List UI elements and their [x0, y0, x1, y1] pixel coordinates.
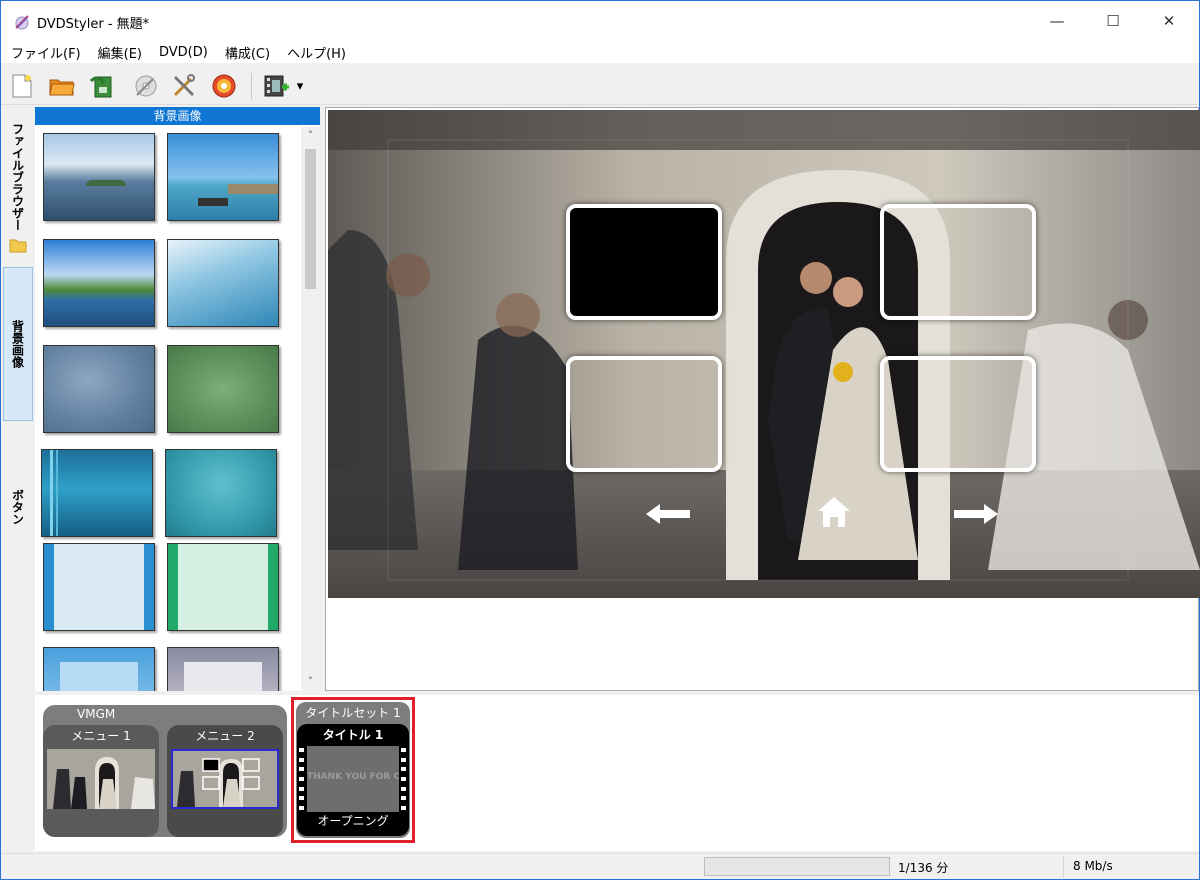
background-panel-header: 背景画像 [35, 107, 320, 125]
titleset-1-label: タイトルセット 1 [305, 706, 401, 720]
folder-icon [9, 239, 27, 253]
menu-2-thumb-image [173, 751, 277, 807]
titleset-1-selected[interactable]: タイトルセット 1 タイトル 1 THANK YOU FOR COMIN オープ… [291, 697, 415, 843]
menu-1-label: メニュー 1 [71, 729, 131, 743]
background-thumb-river[interactable] [43, 239, 155, 327]
menu-button-2[interactable] [880, 204, 1036, 320]
bitrate-text: 8 Mb/s [1073, 859, 1113, 873]
add-video-button[interactable] [261, 71, 291, 101]
titleset-1: タイトルセット 1 タイトル 1 THANK YOU FOR COMIN オープ… [296, 702, 410, 838]
film-holes-left [299, 748, 305, 810]
menu-file[interactable]: ファイル(F) [11, 43, 81, 62]
window-title: DVDStyler - 無題* [37, 17, 150, 32]
save-icon [89, 76, 112, 98]
menu-2-label: メニュー 2 [195, 729, 255, 743]
background-thumb-blue-wave[interactable] [167, 239, 279, 327]
vmgm-menu-1[interactable]: メニュー 1 [43, 725, 159, 837]
open-button[interactable] [47, 71, 77, 101]
menu-config[interactable]: 構成(C) [225, 43, 270, 62]
arrow-right-icon[interactable] [952, 502, 1000, 526]
side-tabs: ファイルブラウザー 背景画像 ボタン [1, 107, 35, 691]
open-folder-icon [49, 79, 75, 96]
background-thumbnails [35, 127, 300, 691]
scroll-down-icon[interactable]: ˅ [301, 673, 320, 691]
settings-tools-icon [173, 74, 195, 97]
new-icon [12, 74, 32, 98]
maximize-button[interactable]: ☐ [1085, 1, 1141, 41]
tab-buttons[interactable]: ボタン [3, 447, 33, 567]
scroll-thumb[interactable] [305, 149, 316, 289]
menu-button-4[interactable] [880, 356, 1036, 472]
title-1-thumb-text: THANK YOU FOR COMIN [307, 772, 399, 782]
burn-disc-icon [135, 75, 157, 97]
status-bar: 1/136 分 8 Mb/s [1, 853, 1199, 879]
background-thumb-harbor[interactable] [167, 133, 279, 221]
minimize-button[interactable]: — [1029, 1, 1085, 41]
burn-button[interactable] [131, 71, 161, 101]
scroll-up-icon[interactable]: ˄ [301, 127, 320, 145]
menu-bar: ファイル(F) 編集(E) DVD(D) 構成(C) ヘルプ(H) [1, 41, 1199, 63]
toolbar-separator [251, 73, 252, 99]
background-thumb-gray-frame[interactable] [167, 647, 279, 691]
menu-edit[interactable]: 編集(E) [98, 43, 142, 62]
background-thumb-green-blur[interactable] [167, 345, 279, 433]
background-thumb-blue-bars[interactable] [43, 543, 155, 631]
title-1-thumbnail: THANK YOU FOR COMIN [307, 746, 399, 812]
vmgm-label: VMGM [77, 707, 116, 721]
menu-preview-area [325, 107, 1200, 691]
wedding-background-image [328, 110, 1200, 598]
tab-background[interactable]: 背景画像 [3, 267, 33, 421]
tab-file-browser-label: ファイルブラウザー [10, 123, 25, 231]
title-bar: DVDStyler - 無題* — ☐ ✕ [1, 1, 1199, 41]
background-panel-scrollbar[interactable]: ˄ ˅ [301, 127, 320, 691]
home-icon[interactable] [816, 494, 852, 530]
dvd-button[interactable] [209, 71, 239, 101]
add-video-icon [264, 75, 289, 97]
close-button[interactable]: ✕ [1141, 1, 1197, 41]
background-thumb-blue-frame[interactable] [43, 647, 155, 691]
background-thumb-ocean-island[interactable] [43, 133, 155, 221]
settings-button[interactable] [169, 71, 199, 101]
tab-buttons-label: ボタン [10, 489, 25, 525]
menu-canvas[interactable] [328, 110, 1200, 598]
status-separator [1063, 856, 1064, 878]
background-panel: 背景画像 ˄ ˅ [35, 107, 320, 691]
title-1-caption: オープニング [317, 814, 389, 828]
menu-help[interactable]: ヘルプ(H) [287, 43, 346, 62]
menu-2-thumbnail [171, 749, 279, 809]
menu-dvd[interactable]: DVD(D) [159, 45, 208, 60]
save-button[interactable] [87, 71, 117, 101]
new-button[interactable] [7, 71, 37, 101]
title-1-card[interactable]: タイトル 1 THANK YOU FOR COMIN オープニング [297, 724, 409, 836]
background-thumb-blue-blur[interactable] [43, 345, 155, 433]
tab-file-browser[interactable]: ファイルブラウザー [3, 113, 33, 263]
add-video-dropdown[interactable]: ▾ [293, 71, 307, 101]
background-thumb-green-bars[interactable] [167, 543, 279, 631]
vmgm-menu-2[interactable]: メニュー 2 [167, 725, 283, 837]
tab-background-label: 背景画像 [10, 320, 25, 368]
menu-button-1[interactable] [566, 204, 722, 320]
menu-button-3[interactable] [566, 356, 722, 472]
dvdstyler-logo-icon [15, 15, 29, 30]
app-window: DVDStyler - 無題* — ☐ ✕ ファイル(F) 編集(E) DVD(… [0, 0, 1200, 880]
vmgm-group: VMGM メニュー 1 メニュー 2 [43, 705, 287, 837]
background-thumb-teal-texture[interactable] [165, 449, 277, 537]
arrow-left-icon[interactable] [644, 502, 692, 526]
disc-usage-text: 1/136 分 [898, 861, 949, 875]
background-thumb-teal-stripes[interactable] [41, 449, 153, 537]
title-1-label: タイトル 1 [322, 728, 384, 742]
dvd-disc-icon [212, 74, 236, 98]
titleset-manager: VMGM メニュー 1 メニュー 2 タイトルセット 1 タイトル 1 THAN… [35, 695, 1199, 851]
film-holes-right [401, 748, 407, 810]
toolbar: ▾ [1, 65, 1199, 105]
disc-usage-progress [704, 857, 890, 876]
menu-1-thumbnail [47, 749, 155, 809]
menu-1-thumb-image [47, 749, 155, 809]
